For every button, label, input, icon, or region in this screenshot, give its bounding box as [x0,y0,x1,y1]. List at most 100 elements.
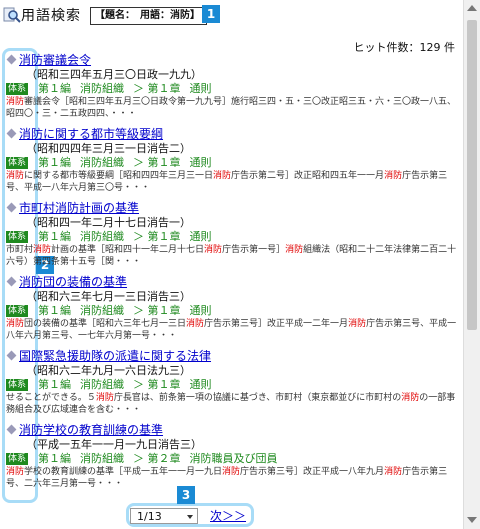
snippet-keyword-highlight: 消防 [222,467,241,477]
result-item: 消防学校の教育訓練の基準 （平成一五年一一月一九日消告三） 体系 第１編 消防組織 ＞ 第… [6,423,458,497]
snippet-text: 計画の基準［昭和四十一年二月十七日 [51,245,205,255]
snippet-text: 学校の教育訓練の基準［平成一五年一一月一九日 [24,467,223,477]
taikei-tag[interactable]: 体系 [6,453,29,465]
result-category-path: 体系 第１編 消防組織 ＞ 第１章 通則 [6,378,458,392]
snippet-keyword-highlight: 消防 [6,171,25,181]
path-segment: 消防組織 [80,304,125,317]
path-segment: 消防組織 [80,452,125,465]
diamond-bullet-icon [6,276,17,287]
taikei-tag[interactable]: 体系 [6,231,29,243]
search-icon [3,7,21,23]
snippet-text: 団の装備の基準［昭和六三年七月一三日 [24,319,187,329]
path-segment: 第１編 [38,378,72,391]
snippet-text: に関する都市等級要綱［昭和四四年三月三一日 [24,171,214,181]
callout-3: 3 [177,486,195,504]
pager: 1/13 次＞＞ [130,508,250,526]
result-category-path: 体系 第１編 消防組織 ＞ 第１章 通則 [6,156,458,170]
path-segment: 通則 [189,230,212,243]
path-segment: 消防組織 [80,230,125,243]
result-reference: （昭和六三年七月一三日消告三） [26,290,191,303]
result-title-link[interactable]: 消防学校の教育訓練の基準 [19,423,163,437]
path-segment: ＞ 第１章 [133,156,181,169]
chevron-down-icon [187,515,193,519]
snippet-text: せることができる。５ [6,393,96,403]
path-segment: ＞ 第１章 [133,230,181,243]
path-segment: 消防組織 [80,82,125,95]
path-segment: 消防組織 [80,156,125,169]
taikei-tag[interactable]: 体系 [6,379,29,391]
page-select[interactable]: 1/13 [130,508,198,524]
snippet-keyword-highlight: 消防 [384,467,403,477]
result-item: 市町村消防計画の基準 （昭和四一年二月十七日消告一） 体系 第１編 消防組織 ＞ 第１章通… [6,201,458,275]
path-segment: 第１編 [38,230,72,243]
snippet-keyword-highlight: 消防 [6,97,25,107]
search-query-box: 【題名： 用語：消防】 [90,7,207,25]
snippet-text: 庁告示第二号］改正昭和四五年一一月 [231,171,385,181]
result-title-link[interactable]: 消防審議会令 [19,53,91,67]
result-title-link[interactable]: 消防に関する都市等級要綱 [19,127,163,141]
next-page-link[interactable]: 次＞＞ [210,508,246,524]
scroll-down-icon[interactable] [467,517,477,523]
path-segment: 第１編 [38,452,72,465]
app-title: 用語検索 [21,8,81,24]
path-segment: ＞ 第１章 [133,304,181,317]
snippet-text: 庁告示第一号］ [222,245,286,255]
header-bar: 用語検索 【題名： 用語：消防】 1 [0,0,480,30]
path-segment: 通則 [189,156,212,169]
snippet-text: 庁告示第三号］改正平成一二年一月 [204,319,349,329]
path-segment: 第１編 [38,156,72,169]
diamond-bullet-icon [6,128,17,139]
snippet-keyword-highlight: 消防 [6,319,25,329]
path-segment: 通則 [189,304,212,317]
result-title-link[interactable]: 市町村消防計画の基準 [19,201,139,215]
result-reference: （平成一五年一一月一九日消告三） [26,438,202,451]
result-title-line: 国際緊急援助隊の派遣に関する法律 [6,349,458,364]
result-item: 消防に関する都市等級要綱 （昭和四四年三月三一日消告二） 体系 第１編 消防組織 ＞ 第１… [6,127,458,201]
snippet-text: 庁長官は、前条第一項の協議に基づき、市町村（東京都並びに市町村の [113,393,402,403]
snippet-keyword-highlight: 消防 [186,319,205,329]
snippet-keyword-highlight: 消防 [285,245,304,255]
page-select-value: 1/13 [137,510,162,523]
result-item: 国際緊急援助隊の派遣に関する法律 （昭和六二年九月一六日法九三） 体系 第１編 消防組織… [6,349,458,423]
result-title-line: 消防に関する都市等級要綱 [6,127,458,142]
result-snippet: 市町村消防計画の基準［昭和四十一年二月十七日消防庁告示第一号］消防組織法（昭和二… [6,244,458,268]
callout-1: 1 [202,5,220,23]
result-title-link[interactable]: 消防団の装備の基準 [19,275,127,289]
vertical-scrollbar[interactable] [463,0,480,529]
snippet-keyword-highlight: 消防 [33,245,52,255]
path-segment: 通則 [189,378,212,391]
result-snippet: 消防団の装備の基準［昭和六三年七月一三日消防庁告示第三号］改正平成一二年一月消防… [6,318,458,342]
result-title-line: 消防審議会令 [6,53,458,68]
path-segment: 第１編 [38,82,72,95]
result-snippet: せることができる。５ 消防庁長官は、前条第一項の協議に基づき、市町村（東京都並びに… [6,392,458,416]
results-list: 消防審議会令 （昭和三四年五月三〇日政一九九） 体系 第１編 消防組織＞ 第１章 通則 消防… [6,53,458,497]
path-segment: 消防組織 [80,378,125,391]
path-segment: ＞ 第１章 [133,82,181,95]
taikei-tag[interactable]: 体系 [6,305,29,317]
taikei-tag[interactable]: 体系 [6,83,29,95]
diamond-bullet-icon [6,350,17,361]
snippet-text: 審議会令［昭和三四年五月三〇日政令第一九九号］施行昭三四・五・三〇改正昭三五・六… [6,97,457,119]
path-segment: 通則 [189,82,212,95]
result-snippet: 消防審議会令［昭和三四年五月三〇日政令第一九九号］施行昭三四・五・三〇改正昭三五… [6,96,458,120]
snippet-keyword-highlight: 消防 [348,319,367,329]
snippet-keyword-highlight: 消防 [384,171,403,181]
scroll-up-icon[interactable] [467,5,477,11]
result-category-path: 体系 第１編 消防組織 ＞ 第１章 通則 [6,82,458,96]
snippet-keyword-highlight: 消防 [6,467,25,477]
path-segment: 第１編 [38,304,72,317]
result-title-line: 消防学校の教育訓練の基準 [6,423,458,438]
snippet-keyword-highlight: 消防 [213,171,232,181]
result-category-path: 体系 第１編 消防組織 ＞ 第１章 通則 [6,304,458,318]
result-category-path: 体系 第１編 消防組織 ＞ 第１章 通則 [6,230,458,244]
result-reference: （昭和六二年九月一六日法九三） [26,364,191,377]
result-category-path: 体系 第１編 消防組織 ＞ 第２章 消防職員及び団員 [6,452,458,466]
taikei-tag[interactable]: 体系 [6,157,29,169]
snippet-keyword-highlight: 消防 [401,393,420,403]
scroll-thumb[interactable] [467,20,477,330]
result-snippet: 消防学校の教育訓練の基準［平成一五年一一月一九日消防庁告示第三号］改正平成一八年… [6,466,458,490]
result-reference: （昭和三四年五月三〇日政一九九） [26,68,202,81]
diamond-bullet-icon [6,54,17,65]
result-title-link[interactable]: 国際緊急援助隊の派遣に関する法律 [19,349,211,363]
result-snippet: 消防に関する都市等級要綱［昭和四四年三月三一日消防庁告示第二号］改正昭和四五年一… [6,170,458,194]
